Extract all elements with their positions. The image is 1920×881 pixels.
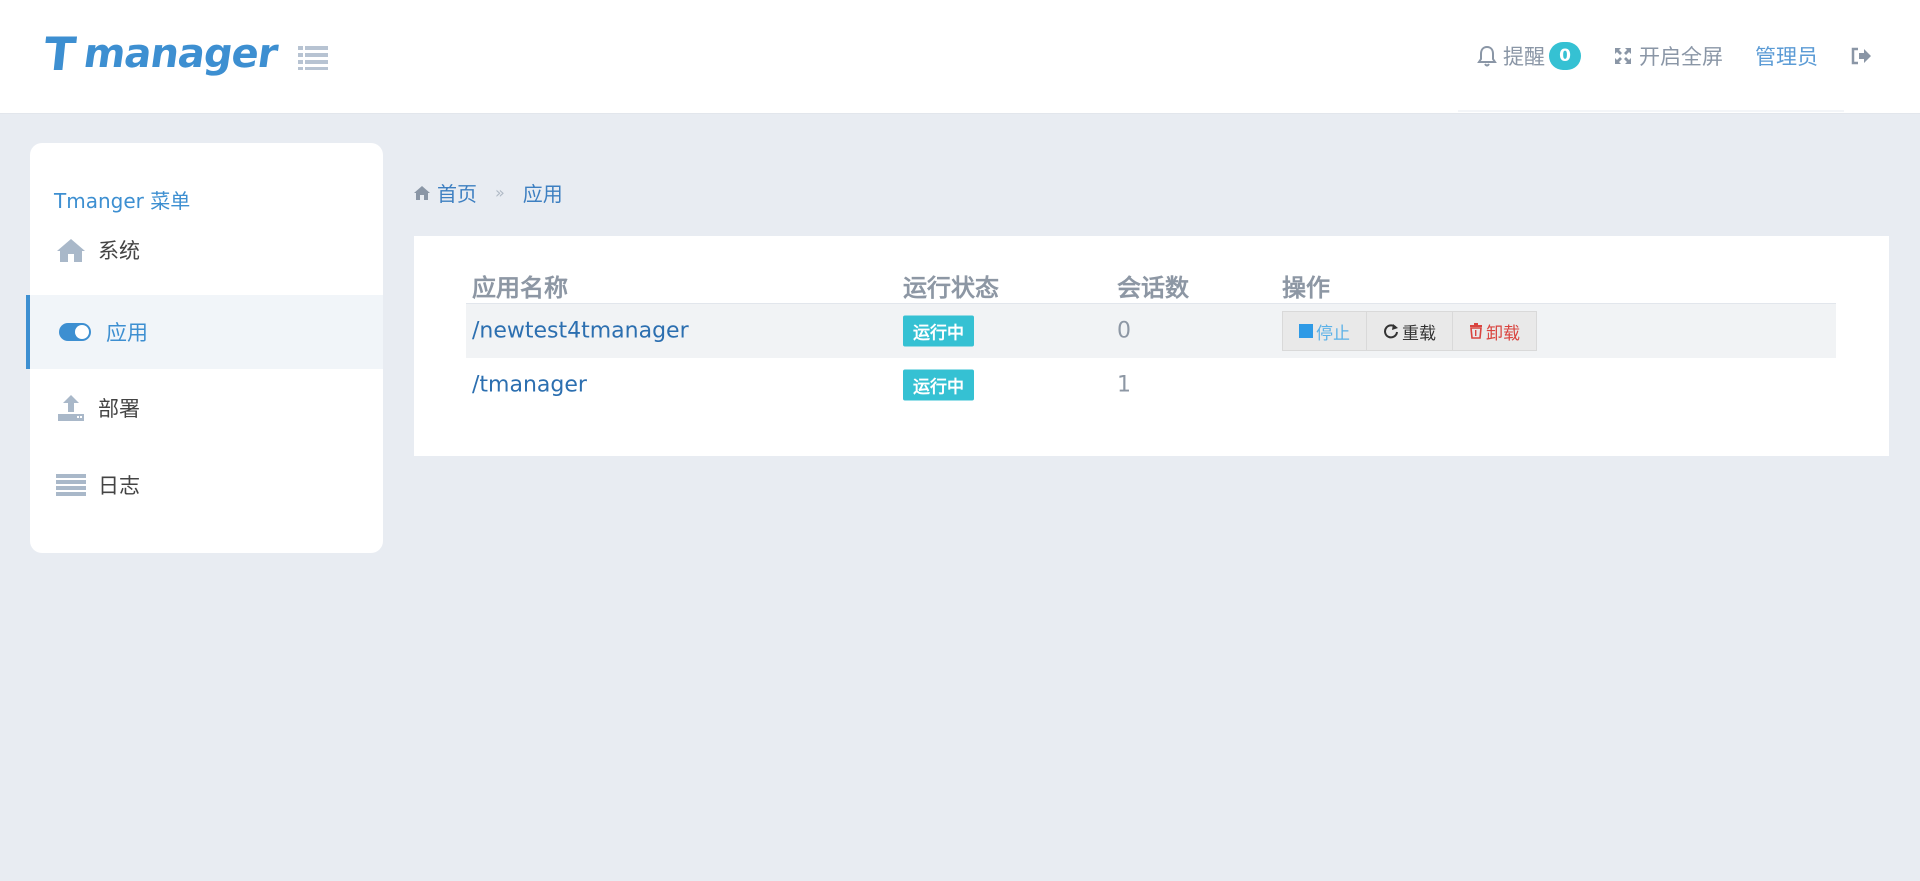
admin-label: 管理员 <box>1755 45 1818 69</box>
header-divider <box>1458 110 1844 112</box>
sidebar: Tmanger 菜单 系统 应用 部署 日志 <box>26 143 383 553</box>
toggle-icon <box>58 317 92 347</box>
sidebar-item-system[interactable]: 系统 <box>30 213 383 287</box>
logout-icon <box>1851 47 1871 65</box>
actions-cell: 停止 重载 卸载 <box>1282 311 1537 351</box>
status-cell: 运行中 <box>903 315 974 347</box>
trash-icon <box>1470 323 1482 339</box>
status-cell: 运行中 <box>903 369 974 401</box>
list-icon <box>54 470 88 500</box>
admin-user-link[interactable]: 管理员 <box>1755 41 1818 71</box>
reload-label: 重载 <box>1402 323 1436 344</box>
breadcrumb-home-label: 首页 <box>437 182 477 206</box>
fullscreen-label: 开启全屏 <box>1639 45 1723 69</box>
logo-t: T <box>41 27 78 81</box>
session-count: 0 <box>1117 318 1131 344</box>
home-icon <box>414 185 430 200</box>
app-logo[interactable]: T manager <box>41 27 281 81</box>
sidebar-item-apps[interactable]: 应用 <box>26 295 383 369</box>
logout-button[interactable] <box>1850 46 1878 66</box>
stop-icon <box>1299 324 1313 338</box>
status-badge: 运行中 <box>903 315 974 347</box>
reload-button[interactable]: 重载 <box>1366 311 1453 351</box>
bell-icon <box>1477 45 1497 67</box>
notifications-label: 提醒 <box>1503 45 1545 69</box>
sidebar-item-label: 部署 <box>98 397 140 421</box>
upload-icon <box>54 393 88 423</box>
stop-button[interactable]: 停止 <box>1282 311 1367 351</box>
header-actions: 提醒 0 开启全屏 管理员 <box>1445 38 1878 74</box>
top-header: T manager 提醒 0 开启全屏 管理员 <box>0 0 1920 114</box>
stop-label: 停止 <box>1316 323 1350 344</box>
home-icon <box>54 235 88 265</box>
app-name-link[interactable]: /tmanager <box>472 373 587 398</box>
column-header-sessions: 会话数 <box>1117 274 1189 302</box>
notifications-button[interactable]: 提醒 0 <box>1477 41 1581 71</box>
sidebar-item-logs[interactable]: 日志 <box>30 448 383 522</box>
refresh-icon <box>1384 324 1398 339</box>
column-header-actions: 操作 <box>1282 274 1330 302</box>
fullscreen-button[interactable]: 开启全屏 <box>1613 41 1723 71</box>
sidebar-item-deploy[interactable]: 部署 <box>30 371 383 445</box>
table-row: /newtest4tmanager 运行中 0 停止 重载 卸载 <box>466 304 1836 358</box>
apps-panel: 应用名称 运行状态 会话数 操作 /newtest4tmanager 运行中 0… <box>414 236 1889 456</box>
status-badge: 运行中 <box>903 369 974 401</box>
notifications-count-badge: 0 <box>1549 42 1581 70</box>
uninstall-button[interactable]: 卸载 <box>1452 311 1537 351</box>
sidebar-item-label: 日志 <box>98 474 140 498</box>
breadcrumb-home-link[interactable]: 首页 <box>413 178 477 207</box>
expand-icon <box>1615 48 1631 64</box>
column-header-name: 应用名称 <box>472 274 568 302</box>
sidebar-item-label: 系统 <box>98 239 140 263</box>
apps-table: 应用名称 运行状态 会话数 操作 /newtest4tmanager 运行中 0… <box>466 260 1836 412</box>
app-name-link[interactable]: /newtest4tmanager <box>472 319 689 344</box>
session-count: 1 <box>1117 372 1131 398</box>
column-header-status: 运行状态 <box>903 274 999 302</box>
table-header-row: 应用名称 运行状态 会话数 操作 <box>466 260 1836 304</box>
uninstall-label: 卸载 <box>1486 323 1520 344</box>
menu-toggle-icon[interactable] <box>298 44 328 70</box>
breadcrumb: 首页 » 应用 <box>413 178 563 207</box>
logo-text: manager <box>81 31 281 77</box>
table-row: /tmanager 运行中 1 <box>466 358 1836 412</box>
sidebar-item-label: 应用 <box>106 321 148 345</box>
breadcrumb-separator: » <box>495 183 505 202</box>
breadcrumb-current[interactable]: 应用 <box>523 178 563 207</box>
sidebar-title: Tmanger 菜单 <box>54 189 191 213</box>
